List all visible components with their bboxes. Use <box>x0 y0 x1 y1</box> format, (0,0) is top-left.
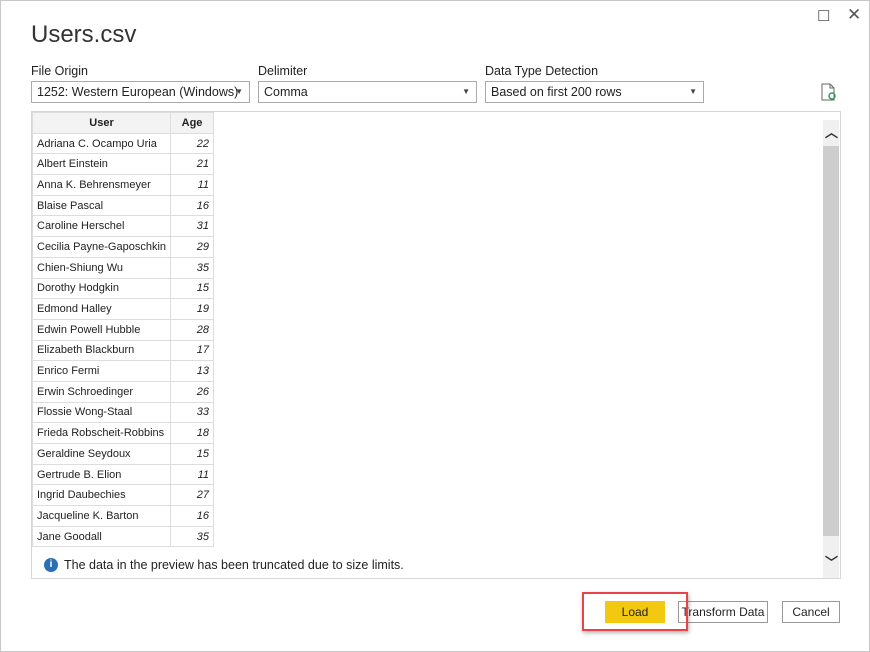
cell-age: 29 <box>170 236 215 258</box>
cell-age: 27 <box>170 484 215 507</box>
data-preview: User Age Adriana C. Ocampo Uria 22 Albert … <box>31 111 841 579</box>
cell-age: 31 <box>170 215 215 238</box>
vertical-scrollbar[interactable]: ︿ ﹀ <box>823 120 839 578</box>
column-header-age[interactable]: Age <box>170 112 215 134</box>
cell-user: Blaise Pascal <box>31 194 172 217</box>
column-header-user[interactable]: User <box>31 112 172 134</box>
cell-user: Edmond Halley <box>31 298 172 320</box>
delimiter-select[interactable]: Comma ▼ <box>258 81 477 103</box>
cell-user: Albert Einstein <box>31 153 172 176</box>
transform-data-button[interactable]: Transform Data <box>678 601 768 623</box>
table-row: Gertrude B. Elion 11 <box>31 463 215 486</box>
truncation-text: The data in the preview has been truncat… <box>64 558 404 572</box>
info-icon: i <box>44 558 58 572</box>
cell-age: 11 <box>170 174 215 196</box>
cell-user: Geraldine Seydoux <box>31 443 172 465</box>
cell-user: Ingrid Daubechies <box>31 484 172 507</box>
table-row: Blaise Pascal 16 <box>31 194 215 217</box>
table-row: Albert Einstein 21 <box>31 153 215 176</box>
table-row: Edmond Halley 19 <box>31 298 215 320</box>
scroll-down-icon[interactable]: ﹀ <box>825 552 838 571</box>
table-row: Caroline Herschel 31 <box>31 215 215 238</box>
detection-select[interactable]: Based on first 200 rows ▼ <box>485 81 704 103</box>
cell-age: 35 <box>170 256 215 279</box>
scrollbar-thumb[interactable] <box>823 146 839 536</box>
cell-user: Gertrude B. Elion <box>31 463 172 486</box>
dialog-title: Users.csv <box>31 21 137 48</box>
cell-age: 17 <box>170 339 215 362</box>
cell-user: Frieda Robscheit-Robbins <box>31 422 172 444</box>
table-row: Geraldine Seydoux 15 <box>31 443 215 465</box>
table-row: Frieda Robscheit-Robbins 18 <box>31 422 215 444</box>
table-row: Cecilia Payne-Gaposchkin 29 <box>31 236 215 258</box>
cell-age: 28 <box>170 318 215 341</box>
cancel-button[interactable]: Cancel <box>782 601 840 623</box>
truncation-notice: i The data in the preview has been trunc… <box>44 558 404 572</box>
cell-user: Erwin Schroedinger <box>31 380 172 403</box>
cell-user: Flossie Wong-Staal <box>31 401 172 424</box>
delimiter-value: Comma <box>264 85 308 99</box>
cell-user: Caroline Herschel <box>31 215 172 238</box>
cell-age: 18 <box>170 422 215 444</box>
table-row: Adriana C. Ocampo Uria 22 <box>31 132 215 155</box>
cell-age: 13 <box>170 360 215 382</box>
file-origin-label: File Origin <box>31 64 88 78</box>
table-row: Edwin Powell Hubble 28 <box>31 318 215 341</box>
cell-user: Cecilia Payne-Gaposchkin <box>31 236 172 258</box>
refresh-file-icon[interactable] <box>821 83 837 101</box>
delimiter-label: Delimiter <box>258 64 308 78</box>
table-row: Enrico Fermi 13 <box>31 360 215 382</box>
detection-value: Based on first 200 rows <box>491 85 622 99</box>
chevron-down-icon: ▼ <box>462 87 470 96</box>
scroll-up-icon[interactable]: ︿ <box>825 122 838 141</box>
table-row: Jane Goodall 35 <box>31 525 215 548</box>
table-row: Chien-Shiung Wu 35 <box>31 256 215 279</box>
table-row: Erwin Schroedinger 26 <box>31 380 215 403</box>
cell-age: 16 <box>170 194 215 217</box>
cell-user: Jacqueline K. Barton <box>31 505 172 527</box>
cell-age: 19 <box>170 298 215 320</box>
cell-user: Edwin Powell Hubble <box>31 318 172 341</box>
cell-user: Elizabeth Blackburn <box>31 339 172 362</box>
cell-age: 15 <box>170 277 215 300</box>
cell-age: 16 <box>170 505 215 527</box>
dialog-window: Users.csv ☐ ✕ File Origin 1252: Western … <box>0 0 870 652</box>
table-row: Jacqueline K. Barton 16 <box>31 505 215 527</box>
maximize-icon[interactable]: ☐ <box>817 7 830 25</box>
cell-age: 11 <box>170 463 215 486</box>
cell-age: 22 <box>170 132 215 155</box>
cell-age: 26 <box>170 380 215 403</box>
cell-user: Anna K. Behrensmeyer <box>31 174 172 196</box>
highlight-box <box>582 592 688 631</box>
cell-user: Enrico Fermi <box>31 360 172 382</box>
cell-age: 33 <box>170 401 215 424</box>
chevron-down-icon: ▼ <box>689 87 697 96</box>
cell-user: Jane Goodall <box>31 525 172 548</box>
cell-age: 15 <box>170 443 215 465</box>
file-origin-select[interactable]: 1252: Western European (Windows) ▼ <box>31 81 250 103</box>
table-row: Dorothy Hodgkin 15 <box>31 277 215 300</box>
preview-table: User Age Adriana C. Ocampo Uria 22 Albert … <box>31 112 215 548</box>
table-row: Ingrid Daubechies 27 <box>31 484 215 507</box>
cell-age: 21 <box>170 153 215 176</box>
cell-user: Chien-Shiung Wu <box>31 256 172 279</box>
table-row: Flossie Wong-Staal 33 <box>31 401 215 424</box>
chevron-down-icon: ▼ <box>235 87 243 96</box>
file-origin-value: 1252: Western European (Windows) <box>37 85 239 99</box>
table-row: Anna K. Behrensmeyer 11 <box>31 174 215 196</box>
close-icon[interactable]: ✕ <box>847 5 861 25</box>
cell-user: Dorothy Hodgkin <box>31 277 172 300</box>
cell-age: 35 <box>170 525 215 548</box>
table-row: Elizabeth Blackburn 17 <box>31 339 215 362</box>
detection-label: Data Type Detection <box>485 64 599 78</box>
cell-user: Adriana C. Ocampo Uria <box>31 132 172 155</box>
